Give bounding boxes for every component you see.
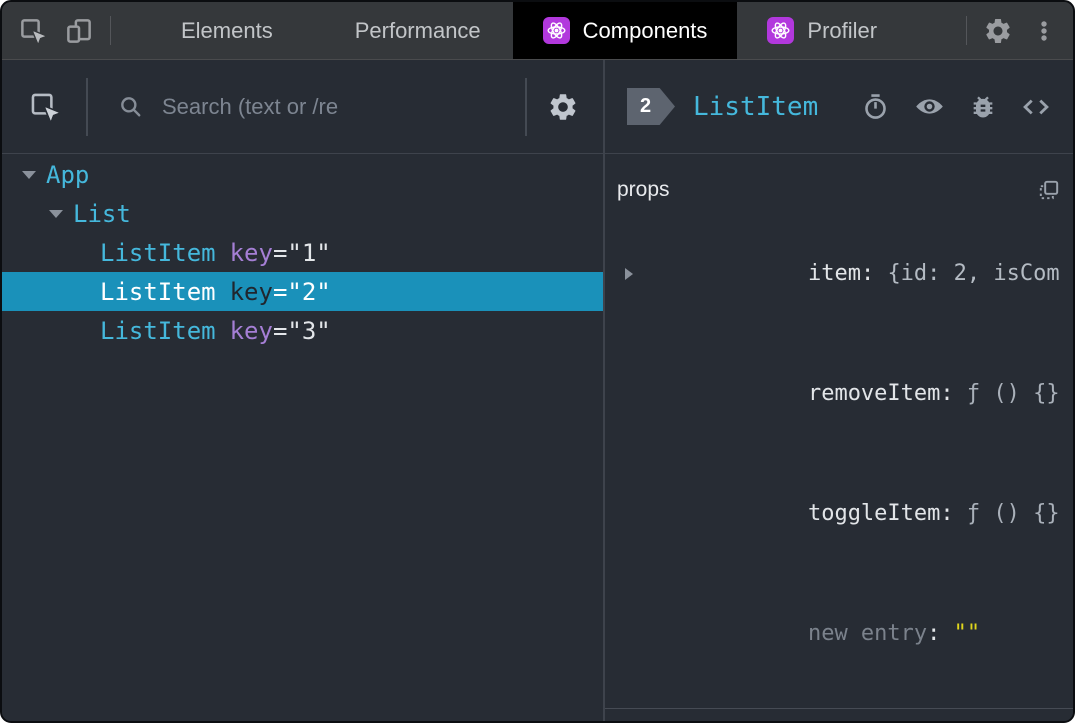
badge-count: 2	[640, 95, 652, 117]
prop-row-new-entry[interactable]: new entry: ""	[617, 574, 1061, 694]
tab-label: Performance	[354, 17, 481, 43]
tab-performance[interactable]: Performance	[325, 2, 511, 59]
inspect-dom-button[interactable]	[914, 91, 945, 122]
new-entry-value[interactable]: ""	[954, 621, 981, 646]
key-attribute-value: ="3"	[272, 316, 331, 345]
react-logo-icon	[767, 17, 795, 44]
tab-profiler[interactable]: Profiler	[737, 2, 907, 59]
key-attribute-name: key	[229, 277, 273, 306]
react-logo-icon	[542, 17, 570, 44]
inspect-cursor-icon	[28, 90, 62, 124]
toolbar-divider	[966, 16, 967, 45]
search-box	[88, 92, 501, 121]
props-section-label: props	[617, 178, 670, 201]
components-tree-panel: App List ListItemkey="1" ListItemkey="2"…	[2, 60, 605, 721]
prop-row-removeitem[interactable]: removeItem: ƒ () {}	[617, 334, 1061, 454]
view-source-button[interactable]	[1021, 92, 1051, 122]
tab-label: Elements	[181, 17, 273, 43]
devtools-tab-bar: Elements Performance Components Profiler	[2, 2, 1073, 60]
inspect-cursor-icon	[18, 16, 48, 46]
key-attribute-name: key	[229, 316, 273, 345]
tab-label: Components	[582, 17, 708, 43]
component-name: List	[73, 199, 131, 228]
prop-row-toggleitem[interactable]: toggleItem: ƒ () {}	[617, 454, 1061, 574]
toolbar-divider	[525, 77, 527, 136]
hooks-section: hooks Callback(handleDelete): ƒ () {}	[605, 709, 1073, 721]
tree-row-listitem-1[interactable]: ListItem key ="1"	[2, 233, 603, 272]
settings-gear-icon	[547, 91, 579, 123]
components-toolbar	[2, 60, 603, 154]
component-name: ListItem	[100, 277, 216, 306]
code-brackets-icon	[1021, 92, 1051, 122]
device-toolbar-button[interactable]	[56, 2, 102, 59]
component-tree: App List ListItem key ="1" ListItem key ="2"…	[2, 154, 603, 721]
toolbar-divider	[110, 16, 111, 45]
tab-elements[interactable]: Elements	[151, 2, 303, 59]
key-attribute-name: key	[229, 238, 273, 267]
prop-name: item	[807, 261, 861, 286]
selected-component-title: ListItem	[693, 91, 819, 122]
prop-value: ƒ () {}	[966, 381, 1060, 406]
settings-button[interactable]	[975, 2, 1021, 59]
copy-icon	[1037, 178, 1061, 202]
more-options-button[interactable]	[1021, 2, 1067, 59]
search-input[interactable]	[160, 92, 501, 121]
owner-count-badge: 2	[627, 88, 675, 125]
prop-value: {id: 2, isComplete: t…	[887, 261, 1061, 286]
settings-gear-icon	[983, 16, 1013, 46]
bug-icon	[969, 93, 997, 121]
kebab-menu-icon	[1030, 17, 1058, 45]
inspector-header: 2 ListItem	[605, 60, 1073, 154]
suspense-toggle-button[interactable]	[861, 92, 890, 121]
key-attribute-value: ="2"	[272, 277, 331, 306]
device-toolbar-icon	[64, 16, 94, 46]
tree-row-app[interactable]: App	[2, 155, 603, 194]
copy-props-button[interactable]	[1037, 178, 1061, 202]
debug-log-button[interactable]	[969, 93, 997, 121]
tree-row-listitem-2-selected[interactable]: ListItem key ="2"	[2, 272, 603, 311]
stopwatch-icon	[861, 92, 890, 121]
component-name: App	[46, 160, 90, 189]
search-icon	[121, 96, 141, 116]
key-attribute-value: ="1"	[272, 238, 331, 267]
select-element-button[interactable]	[28, 90, 62, 124]
prop-name: removeItem	[807, 381, 941, 406]
expand-caret-icon[interactable]	[49, 209, 73, 218]
component-name: ListItem	[100, 316, 216, 345]
inspect-element-button[interactable]	[10, 2, 56, 59]
eye-icon	[914, 91, 945, 122]
tab-components[interactable]: Components	[512, 2, 738, 59]
devtools-window: Elements Performance Components Profiler…	[0, 0, 1075, 723]
tree-row-list[interactable]: List	[2, 194, 603, 233]
component-inspector-panel: 2 ListItem props item: {id: 2, isCom rem…	[605, 60, 1073, 721]
view-settings-button[interactable]	[547, 91, 579, 123]
expand-arrow-icon[interactable]	[625, 268, 633, 280]
new-entry-field[interactable]: new entry	[808, 621, 927, 646]
prop-row-item[interactable]: item: {id: 2, isComplete: t…	[617, 214, 1061, 334]
prop-value: ƒ () {}	[966, 501, 1060, 526]
tab-label: Profiler	[807, 17, 878, 43]
component-name: ListItem	[100, 238, 216, 267]
prop-name: toggleItem	[807, 501, 941, 526]
props-section: props item: {id: 2, isComplete: t…	[605, 154, 1073, 709]
tree-row-listitem-3[interactable]: ListItem key ="3"	[2, 311, 603, 350]
expand-caret-icon[interactable]	[22, 170, 46, 179]
